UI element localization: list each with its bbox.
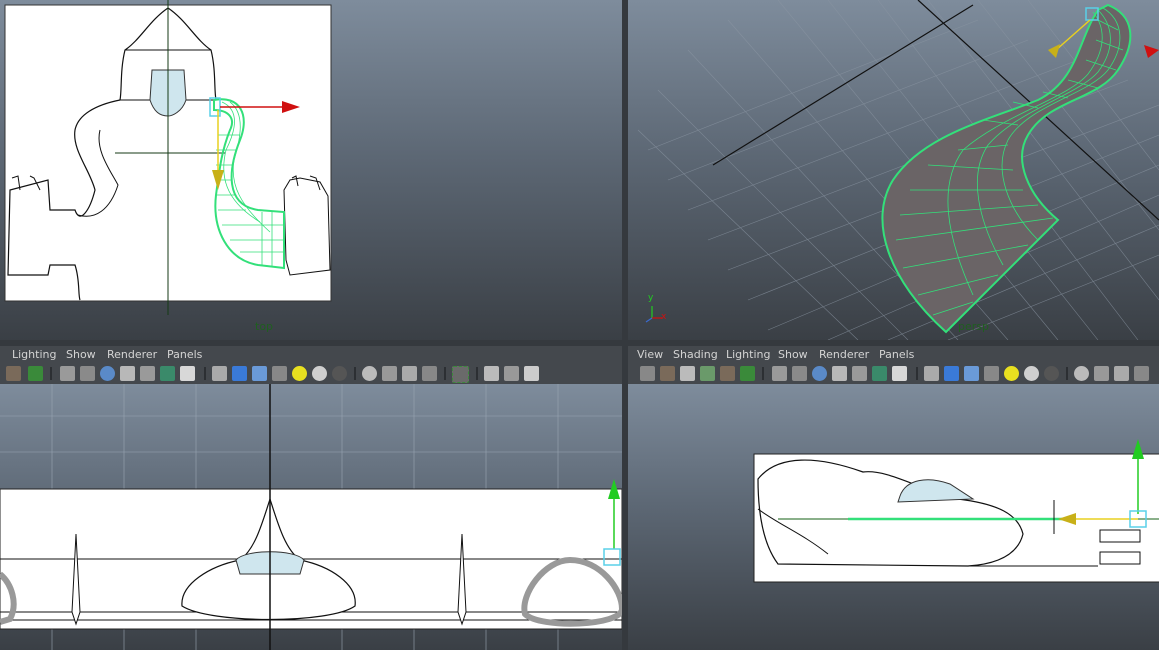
camera-attributes-icon[interactable] xyxy=(660,366,675,381)
menu-shading[interactable]: Shading xyxy=(673,348,718,361)
menu-view[interactable]: View xyxy=(637,348,663,361)
side-gizmo-y-arrow xyxy=(1132,439,1144,459)
safe-title-icon[interactable] xyxy=(160,366,175,381)
graph-icon[interactable] xyxy=(524,366,539,381)
viewport-label-persp: persp xyxy=(958,320,989,333)
textured-icon[interactable] xyxy=(272,366,287,381)
xray-active-icon[interactable] xyxy=(1114,366,1129,381)
toolbar-separator xyxy=(1066,367,1068,380)
shadows-icon[interactable] xyxy=(1044,366,1059,381)
viewport-front[interactable] xyxy=(0,384,622,650)
menu-panels[interactable]: Panels xyxy=(879,348,914,361)
camera-frame-icon[interactable] xyxy=(504,366,519,381)
viewport-top[interactable]: top xyxy=(0,0,622,340)
camera-attributes-icon[interactable] xyxy=(720,366,735,381)
menu-renderer[interactable]: Renderer xyxy=(107,348,157,361)
field-chart-icon[interactable] xyxy=(832,366,847,381)
menu-show[interactable]: Show xyxy=(778,348,808,361)
panel-toolbar-right xyxy=(628,364,1159,384)
safe-action-icon[interactable] xyxy=(140,366,155,381)
wireframe-icon[interactable] xyxy=(212,366,227,381)
bookmark-icon[interactable] xyxy=(28,366,43,381)
xray-joints-icon[interactable] xyxy=(1094,366,1109,381)
select-camera-icon[interactable] xyxy=(640,366,655,381)
top-view-scene xyxy=(4,0,332,315)
persp-gizmo-y-arrow xyxy=(1048,44,1060,58)
menu-show[interactable]: Show xyxy=(66,348,96,361)
world-axis-1 xyxy=(712,4,974,166)
safe-action-icon[interactable] xyxy=(852,366,867,381)
menu-panels[interactable]: Panels xyxy=(167,348,202,361)
panel-toolbar-left xyxy=(0,364,622,384)
menu-renderer[interactable]: Renderer xyxy=(819,348,869,361)
panel-menubar-left: Lighting Show Renderer Panels xyxy=(0,346,622,364)
backface-icon[interactable] xyxy=(1134,366,1149,381)
persp-gizmo-x-arrow xyxy=(1144,45,1159,58)
backface-icon[interactable] xyxy=(422,366,437,381)
default-light-icon[interactable] xyxy=(292,366,307,381)
text-icon[interactable] xyxy=(180,366,195,381)
viewport-persp[interactable]: y x persp xyxy=(628,0,1159,340)
resolution-gate-icon[interactable] xyxy=(812,366,827,381)
shadows-icon[interactable] xyxy=(332,366,347,381)
wing-right xyxy=(283,177,331,276)
xray-joints-icon[interactable] xyxy=(382,366,397,381)
smooth-shade-icon[interactable] xyxy=(232,366,247,381)
grid-icon[interactable] xyxy=(772,366,787,381)
front-view-scene xyxy=(0,384,622,650)
resolution-gate-icon[interactable] xyxy=(100,366,115,381)
side-wheel-2 xyxy=(1099,551,1141,565)
side-wheel-1 xyxy=(1099,529,1141,543)
shaded-wire-icon[interactable] xyxy=(964,366,979,381)
side-view-scene xyxy=(753,439,1159,583)
menu-lighting[interactable]: Lighting xyxy=(726,348,770,361)
all-lights-icon[interactable] xyxy=(312,366,327,381)
text-icon[interactable] xyxy=(892,366,907,381)
default-light-icon[interactable] xyxy=(1004,366,1019,381)
xray-icon[interactable] xyxy=(1074,366,1089,381)
toolbar-separator xyxy=(50,367,52,380)
toolbar-separator xyxy=(204,367,206,380)
toolbar-separator xyxy=(354,367,356,380)
viewport-label-top: top xyxy=(255,320,274,333)
menu-lighting[interactable]: Lighting xyxy=(12,348,56,361)
image-plane-icon[interactable] xyxy=(680,366,695,381)
safe-title-icon[interactable] xyxy=(872,366,887,381)
smooth-shade-icon[interactable] xyxy=(944,366,959,381)
toolbar-separator xyxy=(916,367,918,380)
xray-active-icon[interactable] xyxy=(402,366,417,381)
axis-indicator-z-line xyxy=(645,317,653,323)
textured-icon[interactable] xyxy=(984,366,999,381)
film-gate-icon[interactable] xyxy=(792,366,807,381)
panel-menubar-right: View Shading Lighting Show Renderer Pane… xyxy=(628,346,1159,364)
toolbar-separator xyxy=(476,367,478,380)
bookmark-icon[interactable] xyxy=(740,366,755,381)
camera-attributes-icon[interactable] xyxy=(6,366,21,381)
two-d-pan-icon[interactable] xyxy=(700,366,715,381)
shaded-wire-icon[interactable] xyxy=(252,366,267,381)
xray-icon[interactable] xyxy=(362,366,377,381)
axis-indicator-y: y xyxy=(648,293,654,303)
toolbar-separator xyxy=(444,367,446,380)
persp-view-scene xyxy=(637,0,1159,340)
film-gate-icon[interactable] xyxy=(80,366,95,381)
viewport-side[interactable] xyxy=(628,384,1159,650)
camera-cube-icon[interactable] xyxy=(484,366,499,381)
toolbar-separator xyxy=(762,367,764,380)
wireframe-icon[interactable] xyxy=(924,366,939,381)
field-chart-icon[interactable] xyxy=(120,366,135,381)
axis-indicator-x: x xyxy=(661,312,667,322)
isolate-select-icon[interactable] xyxy=(452,366,469,383)
all-lights-icon[interactable] xyxy=(1024,366,1039,381)
grid-icon[interactable] xyxy=(60,366,75,381)
